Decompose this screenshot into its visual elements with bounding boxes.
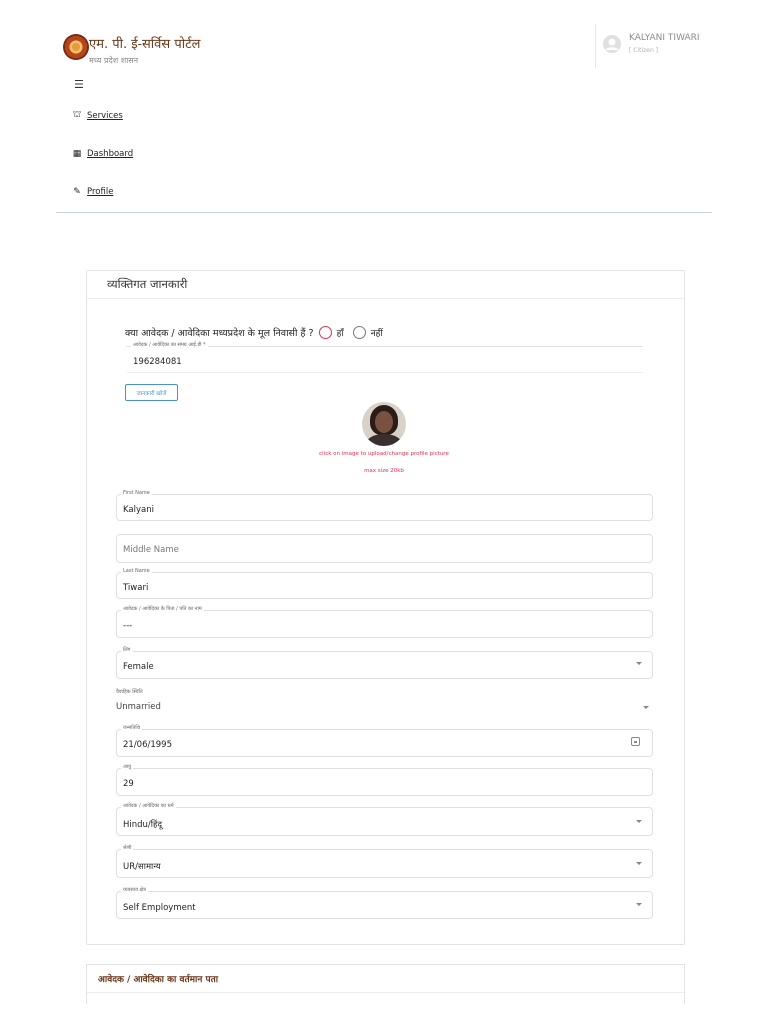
nav-item-dashboard[interactable]: ▦ Dashboard: [72, 149, 133, 159]
first-name-label: First Name: [121, 490, 152, 496]
max-size-note: max size 20kb: [364, 468, 404, 474]
user-avatar-icon[interactable]: [602, 34, 622, 54]
samagra-id-field[interactable]: आवेदक / आवेदिका का समग्र आई.डी * 1962840…: [127, 342, 643, 373]
category-value: UR/सामान्य: [123, 862, 161, 872]
religion-value: Hindu/हिंदू: [123, 820, 163, 830]
occupation-dropdown-icon: [636, 903, 642, 906]
nav-label-services[interactable]: Services: [87, 111, 123, 121]
marital-dropdown-icon[interactable]: [643, 706, 649, 709]
marital-status-value[interactable]: Unmarried: [116, 702, 161, 712]
father-name-field[interactable]: आवेदक / आवेदिका के पिता / पति का नाम ---: [116, 606, 653, 638]
dob-label: जन्मतिथि: [121, 725, 142, 731]
last-name-label: Last Name: [121, 568, 152, 574]
address-divider: [87, 992, 684, 993]
nav-label-dashboard[interactable]: Dashboard: [87, 149, 133, 159]
profile-photo[interactable]: [362, 402, 406, 446]
gender-label: लिंग: [121, 647, 133, 653]
native-yes-label: हाँ: [336, 329, 344, 339]
father-name-label: आवेदक / आवेदिका के पिता / पति का नाम: [121, 606, 204, 612]
address-section-title: आवेदक / आवेदिका का वर्तमान पता: [98, 975, 219, 985]
dob-field[interactable]: जन्मतिथि 21/06/1995: [116, 725, 653, 757]
category-label: श्रेणी: [121, 845, 134, 851]
father-name-value: ---: [123, 621, 133, 631]
dob-value: 21/06/1995: [123, 740, 172, 750]
fetch-details-button[interactable]: जानकारी खोजें: [125, 384, 178, 401]
religion-label: आवेदक / आवेदिका का धर्म: [121, 803, 176, 809]
portal-title: एम. पी. ई-सर्विस पोर्टल: [89, 37, 201, 52]
samagra-id-label: आवेदक / आवेदिका का समग्र आई.डी *: [131, 342, 208, 348]
calendar-icon[interactable]: [631, 737, 640, 746]
last-name-value: Tiwari: [123, 583, 149, 593]
religion-dropdown-icon: [636, 820, 642, 823]
address-card: आवेदक / आवेदिका का वर्तमान पता: [86, 964, 685, 1004]
gender-select[interactable]: लिंग Female: [116, 647, 653, 679]
first-name-field[interactable]: First Name Kalyani: [116, 490, 653, 521]
age-field[interactable]: आयु 29: [116, 764, 653, 796]
last-name-field[interactable]: Last Name Tiwari: [116, 568, 653, 599]
native-question-row: क्या आवेदक / आवेदिका मध्यप्रदेश के मूल न…: [125, 326, 387, 339]
user-role: [ Citizen ]: [629, 47, 659, 54]
user-edit-icon: ✎: [73, 187, 81, 197]
sitemap-icon: ⛫: [72, 110, 82, 120]
category-select[interactable]: श्रेणी UR/सामान्य: [116, 845, 653, 878]
gender-dropdown-icon: [636, 662, 642, 665]
menu-toggle-icon[interactable]: ☰: [74, 78, 84, 91]
native-yes-radio[interactable]: [318, 326, 332, 339]
section-title: व्यक्तिगत जानकारी: [87, 271, 684, 299]
nav-divider: [56, 212, 712, 213]
native-no-label: नहीं: [370, 329, 383, 339]
occupation-value: Self Employment: [123, 903, 196, 913]
native-no-radio[interactable]: [352, 326, 366, 339]
gender-value: Female: [123, 662, 154, 672]
upload-note: click on image to upload/change profile …: [319, 451, 449, 457]
occupation-label: व्यवसाय क्षेत्र: [121, 887, 148, 893]
age-value: 29: [123, 779, 134, 789]
portal-subtitle: मध्य प्रदेश शासन: [89, 56, 139, 65]
middle-name-field[interactable]: Middle Name: [116, 534, 653, 563]
category-dropdown-icon: [636, 862, 642, 865]
nav-item-profile[interactable]: ✎ Profile: [72, 187, 113, 197]
nav-label-profile[interactable]: Profile: [87, 187, 113, 197]
age-label: आयु: [121, 764, 134, 770]
religion-select[interactable]: आवेदक / आवेदिका का धर्म Hindu/हिंदू: [116, 803, 653, 836]
native-question-text: क्या आवेदक / आवेदिका मध्यप्रदेश के मूल न…: [125, 328, 314, 339]
samagra-id-value: 196284081: [133, 357, 182, 367]
middle-name-placeholder: Middle Name: [123, 545, 179, 555]
first-name-value: Kalyani: [123, 505, 154, 515]
occupation-select[interactable]: व्यवसाय क्षेत्र Self Employment: [116, 887, 653, 919]
marital-status-label: वैवाहिक स्थिति: [116, 689, 143, 695]
user-name[interactable]: KALYANI TIWARI: [629, 33, 700, 43]
header-divider: [595, 24, 596, 68]
dashboard-icon: ▦: [72, 149, 82, 159]
mp-emblem-logo: [63, 34, 89, 60]
nav-item-services[interactable]: ⛫ Services: [72, 110, 123, 121]
